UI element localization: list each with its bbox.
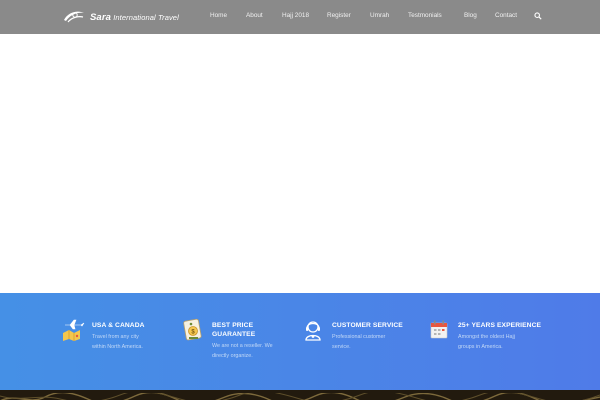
feature-desc-line: Amongst the oldest Hajj bbox=[458, 334, 515, 340]
feature-desc-line: service. bbox=[332, 344, 351, 350]
headset-icon bbox=[305, 321, 321, 341]
nav-item-home[interactable]: Home bbox=[210, 12, 228, 41]
price-tag-icon: $ bbox=[183, 318, 202, 341]
feature-desc-line: Travel from any city bbox=[92, 334, 139, 340]
main-nav: Home About Hajj 2018 Register Umrah Test… bbox=[0, 0, 600, 41]
plane-map-icon bbox=[63, 319, 85, 341]
nav-item-about[interactable]: About bbox=[246, 12, 263, 19]
features-band: USA & CANADA Travel from any city within… bbox=[0, 293, 600, 390]
feature-desc-line: within North America. bbox=[92, 344, 143, 350]
top-navbar: Sara International Travel Home About Haj… bbox=[0, 0, 600, 41]
nav-item-contact[interactable]: Contact bbox=[495, 12, 517, 19]
nav-item-blog[interactable]: Blog bbox=[464, 12, 477, 19]
nav-item-register[interactable]: Register bbox=[327, 12, 351, 19]
nav-item-umrah[interactable]: Umrah bbox=[370, 12, 389, 19]
calendar-icon bbox=[430, 320, 448, 339]
decorative-pattern-strip bbox=[0, 390, 600, 400]
nav-item-hajj-2018[interactable]: Hajj 2018 bbox=[282, 12, 309, 19]
ornament-pattern-icon bbox=[0, 390, 600, 400]
feature-title: 25+ YEARS EXPERIENCE bbox=[458, 322, 542, 329]
feature-desc-line: directly organize. bbox=[212, 353, 253, 359]
nav-item-testmonials[interactable]: Testmonials bbox=[408, 12, 442, 19]
feature-desc-line: groups in America. bbox=[458, 344, 503, 350]
search-icon[interactable] bbox=[534, 12, 542, 20]
feature-desc-line: We are not a reseller. We bbox=[212, 343, 273, 349]
feature-desc-line: Professional customer bbox=[332, 334, 386, 340]
hero-area bbox=[0, 34, 600, 293]
